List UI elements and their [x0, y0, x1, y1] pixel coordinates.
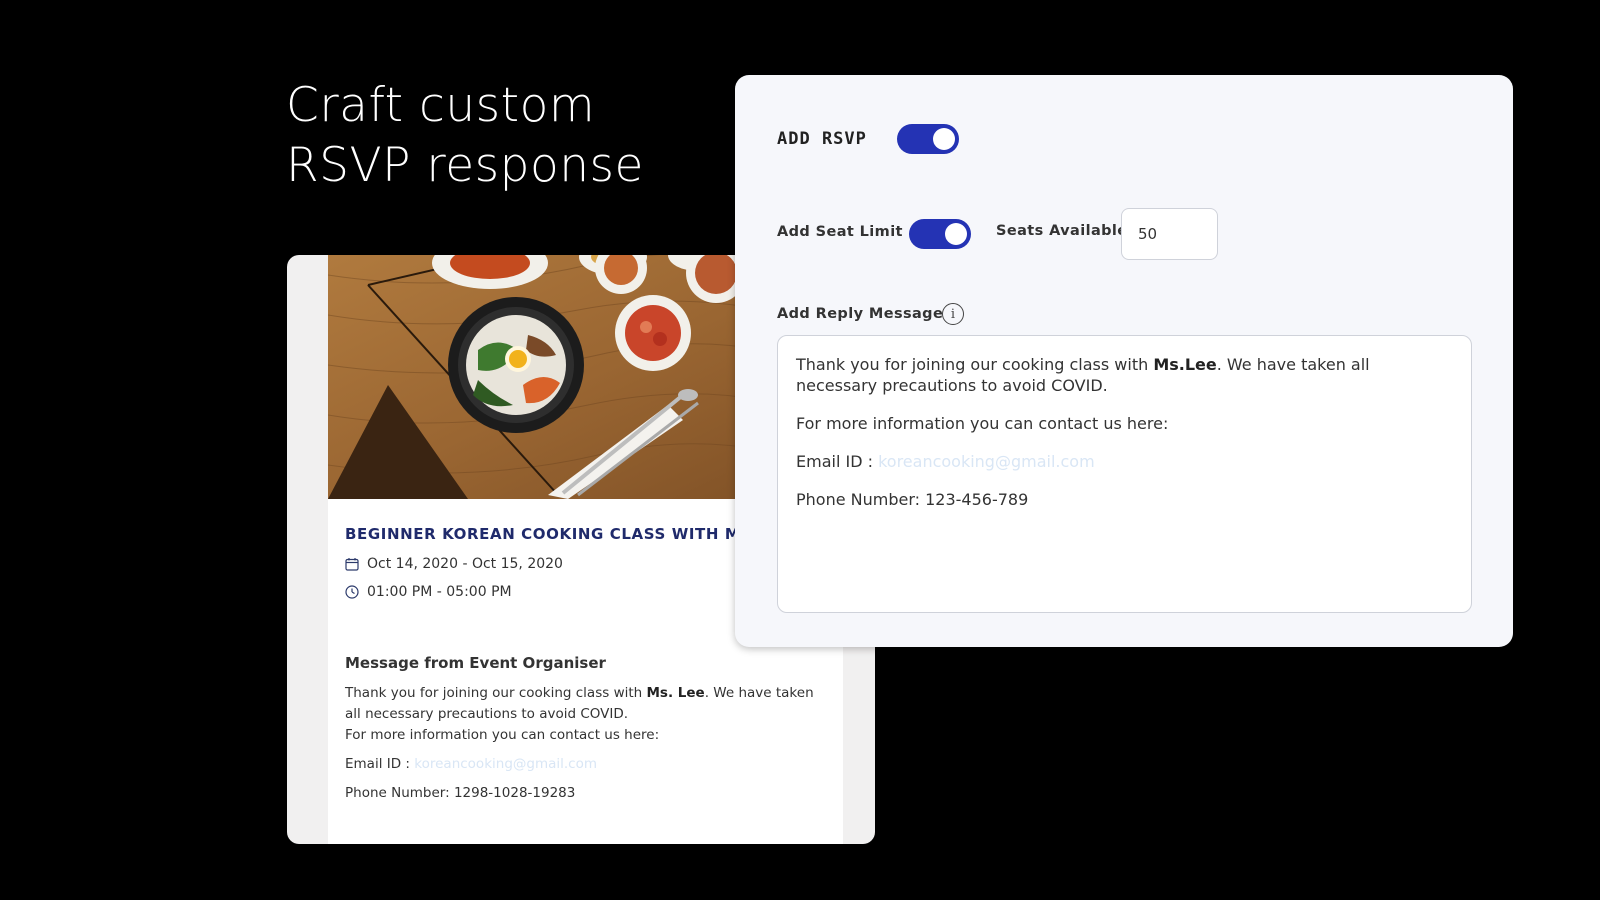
reply-email-row: Email ID : koreancooking@gmail.com [796, 451, 1453, 472]
event-date-row: Oct 14, 2020 - Oct 15, 2020 [345, 556, 563, 572]
event-time-row: 01:00 PM - 05:00 PM [345, 584, 512, 600]
reply-intro-text: Thank you for joining our cooking class … [796, 355, 1154, 374]
reply-phone-line: Phone Number: 123-456-789 [796, 490, 1029, 509]
organiser-email-row: Email ID : koreancooking@gmail.com [345, 754, 825, 775]
toggle-knob [933, 128, 955, 150]
message-intro-text: Thank you for joining our cooking class … [345, 685, 647, 701]
email-label: Email ID : [345, 756, 415, 772]
organiser-message-intro: Thank you for joining our cooking class … [345, 683, 825, 725]
calendar-icon [345, 558, 359, 571]
seat-limit-label: Add Seat Limit [777, 224, 903, 240]
toggle-knob [945, 223, 967, 245]
headline-line-2: RSVP response [286, 138, 644, 193]
headline: Craft custom RSVP response [286, 76, 644, 196]
seats-available-input[interactable] [1121, 208, 1218, 260]
reply-contact-line: For more information you can contact us … [796, 414, 1169, 433]
add-rsvp-toggle[interactable] [897, 124, 959, 154]
reply-email-link[interactable]: koreancooking@gmail.com [878, 452, 1095, 471]
message-intro-name: Ms. Lee [646, 685, 705, 701]
clock-icon [345, 585, 359, 599]
event-time-range: 01:00 PM - 05:00 PM [367, 584, 512, 600]
seats-available-label: Seats Available [996, 223, 1128, 239]
seat-limit-toggle[interactable] [909, 219, 971, 249]
organiser-contact-line: For more information you can contact us … [345, 727, 660, 743]
reply-intro-name: Ms.Lee [1153, 355, 1217, 374]
info-icon[interactable]: i [942, 303, 964, 325]
organiser-message-heading: Message from Event Organiser [345, 654, 606, 672]
reply-email-label: Email ID : [796, 452, 879, 471]
reply-message-textarea[interactable]: Thank you for joining our cooking class … [777, 335, 1472, 613]
event-date-range: Oct 14, 2020 - Oct 15, 2020 [367, 556, 563, 572]
add-rsvp-label: ADD RSVP [777, 129, 867, 149]
organiser-email-link[interactable]: koreancooking@gmail.com [414, 756, 597, 772]
reply-message-label: Add Reply Message [777, 306, 944, 322]
rsvp-settings-panel: ADD RSVP Add Seat Limit Seats Available … [735, 75, 1513, 647]
headline-line-1: Craft custom [286, 78, 596, 133]
reply-intro: Thank you for joining our cooking class … [796, 354, 1453, 396]
organiser-phone-line: Phone Number: 1298-1028-19283 [345, 785, 576, 801]
